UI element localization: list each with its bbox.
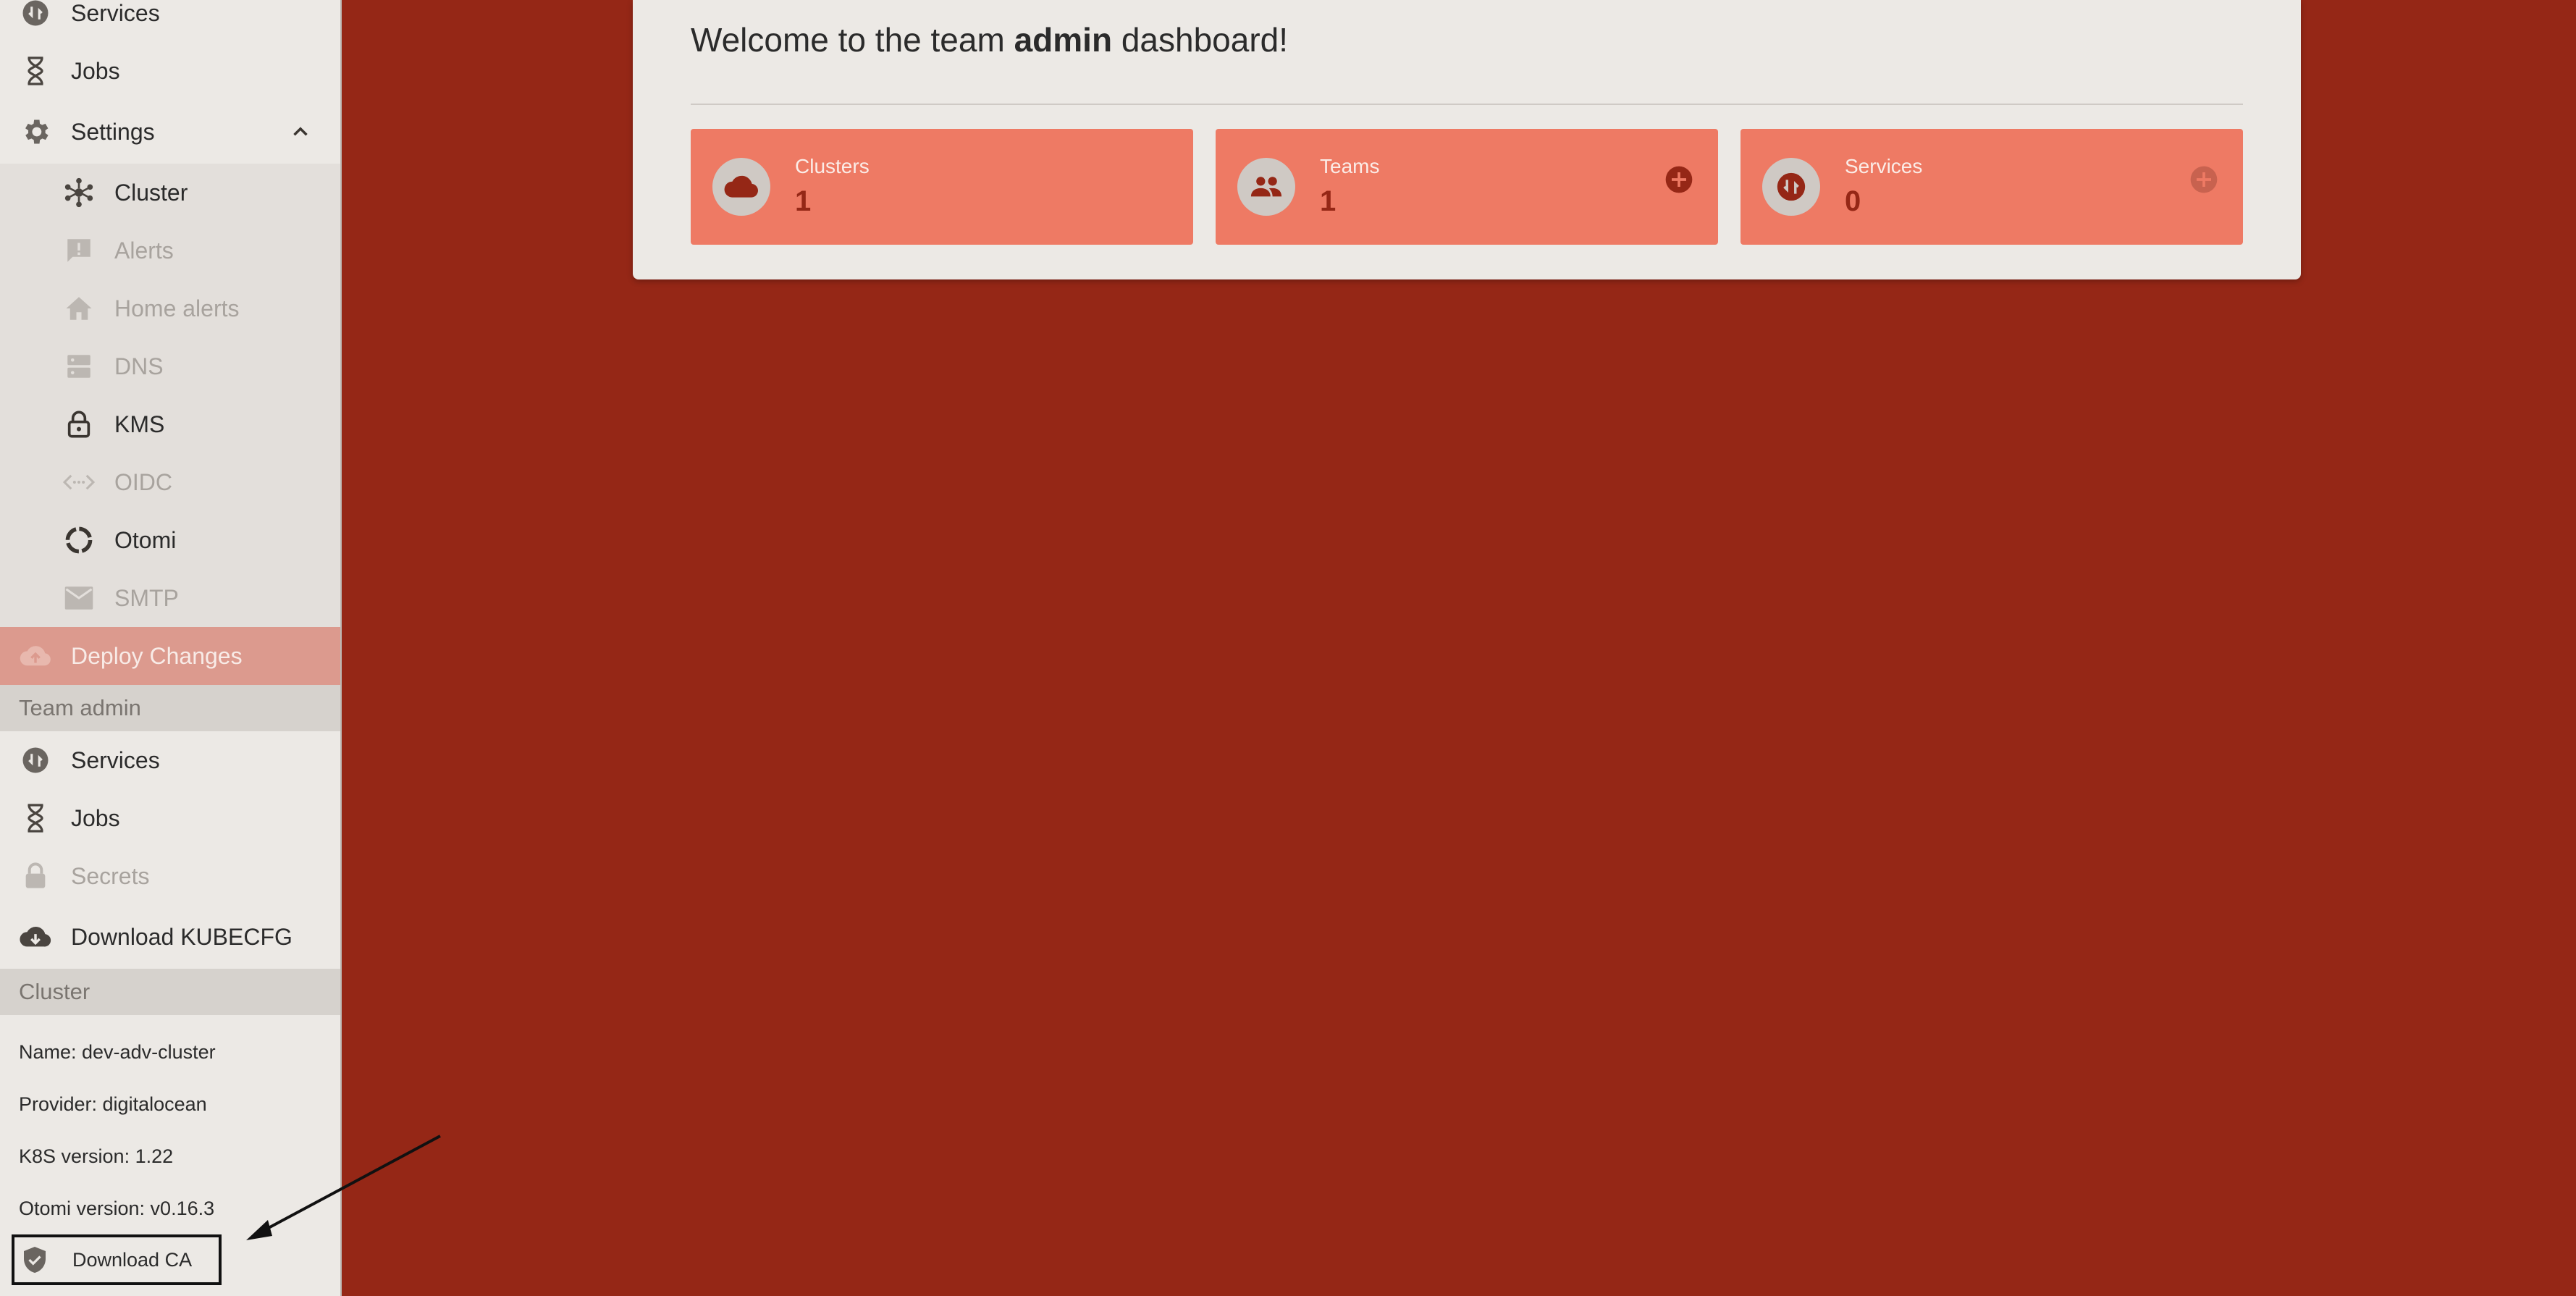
services-card[interactable]: Services 0	[1741, 129, 2243, 245]
annotation-arrow-icon	[246, 1135, 441, 1240]
sidebar-item-settings[interactable]: Settings	[0, 103, 340, 161]
sidebar-item-label: Services	[71, 746, 160, 773]
cluster-name: Name: dev-adv-cluster	[19, 1041, 216, 1063]
deploy-changes-label: Deploy Changes	[71, 642, 243, 669]
sidebar-item-oidc[interactable]: OIDC	[0, 453, 340, 511]
gear-icon	[19, 115, 52, 148]
team-section-header: Team admin	[0, 685, 340, 731]
sidebar-item-label: Jobs	[71, 804, 120, 831]
download-ca-button[interactable]: Download CA	[12, 1234, 222, 1285]
sidebar-item-label: Cluster	[114, 179, 188, 206]
sidebar-item-team-services[interactable]: Services	[0, 731, 340, 789]
divider	[691, 104, 2243, 105]
sidebar-item-label: Settings	[71, 118, 155, 145]
lock-icon	[62, 408, 96, 441]
cluster-section-header: Cluster	[0, 969, 340, 1015]
sidebar-item-dns[interactable]: DNS	[0, 337, 340, 395]
sidebar-item-team-jobs[interactable]: Jobs	[0, 789, 340, 847]
sidebar: Services Jobs Settings Cluster Alerts Ho…	[0, 0, 342, 1296]
k8s-version: K8S version: 1.22	[19, 1145, 174, 1167]
home-icon	[62, 292, 96, 325]
sidebar-item-label: KMS	[114, 411, 165, 437]
cluster-provider: Provider: digitalocean	[19, 1093, 207, 1115]
add-service-button[interactable]	[2189, 165, 2218, 194]
sidebar-item-alerts[interactable]: Alerts	[0, 222, 340, 279]
download-kubecfg-label: Download KUBECFG	[71, 923, 292, 950]
team-section-label: Team admin	[19, 695, 141, 720]
dns-icon	[62, 350, 96, 383]
add-team-button[interactable]	[1664, 165, 1693, 194]
card-title: Clusters	[795, 155, 870, 177]
shield-check-icon	[22, 1245, 51, 1274]
card-title: Services	[1845, 155, 1923, 177]
card-value: 1	[1320, 185, 1337, 217]
sidebar-item-smtp[interactable]: SMTP	[0, 569, 340, 627]
sidebar-item-jobs[interactable]: Jobs	[0, 42, 340, 100]
sidebar-item-label: DNS	[114, 353, 164, 379]
welcome-team-name: admin	[1014, 21, 1113, 59]
chevron-up-icon[interactable]	[288, 119, 313, 144]
alert-icon	[62, 234, 96, 267]
otomi-icon	[62, 523, 96, 557]
welcome-suffix: dashboard!	[1112, 21, 1289, 59]
services-icon	[19, 0, 52, 30]
welcome-prefix: Welcome to the team	[691, 21, 1014, 59]
sidebar-item-otomi[interactable]: Otomi	[0, 511, 340, 569]
sidebar-item-team-secrets[interactable]: Secrets	[0, 847, 340, 905]
deploy-changes-button[interactable]: Deploy Changes	[0, 627, 340, 685]
cluster-icon	[62, 176, 96, 209]
otomi-version: Otomi version: v0.16.3	[19, 1198, 215, 1219]
sidebar-item-label: Home alerts	[114, 295, 240, 321]
dashboard-panel: Welcome to the team admin dashboard! Clu…	[633, 0, 2301, 279]
sidebar-item-label: Services	[71, 0, 160, 26]
card-value: 1	[795, 185, 812, 217]
teams-card[interactable]: Teams 1	[1216, 129, 1718, 245]
hourglass-icon	[19, 54, 52, 88]
cloud-icon	[712, 158, 770, 216]
sidebar-item-label: OIDC	[114, 468, 172, 495]
sidebar-item-label: SMTP	[114, 584, 179, 611]
code-icon	[62, 466, 96, 499]
mail-icon	[62, 581, 96, 615]
sidebar-item-kms[interactable]: KMS	[0, 395, 340, 453]
cluster-section-label: Cluster	[19, 979, 91, 1004]
card-title: Teams	[1320, 155, 1380, 177]
download-ca-label: Download CA	[72, 1248, 193, 1271]
services-icon	[1762, 158, 1820, 216]
cloud-upload-icon	[19, 639, 52, 673]
sidebar-item-label: Otomi	[114, 526, 177, 553]
clusters-card[interactable]: Clusters 1	[691, 129, 1193, 245]
hourglass-icon	[19, 801, 52, 835]
sidebar-item-cluster[interactable]: Cluster	[0, 164, 340, 222]
people-icon	[1237, 158, 1295, 216]
card-value: 0	[1845, 185, 1861, 217]
sidebar-item-services[interactable]: Services	[0, 0, 340, 42]
sidebar-item-label: Alerts	[114, 237, 174, 264]
cloud-download-icon	[19, 920, 52, 954]
sidebar-item-label: Secrets	[71, 862, 150, 889]
services-icon	[19, 744, 52, 777]
lock-icon	[19, 859, 52, 893]
sidebar-item-label: Jobs	[71, 57, 120, 84]
welcome-heading: Welcome to the team admin dashboard!	[691, 20, 1288, 59]
download-kubecfg-button[interactable]: Download KUBECFG	[0, 908, 340, 966]
sidebar-item-home-alerts[interactable]: Home alerts	[0, 279, 340, 337]
